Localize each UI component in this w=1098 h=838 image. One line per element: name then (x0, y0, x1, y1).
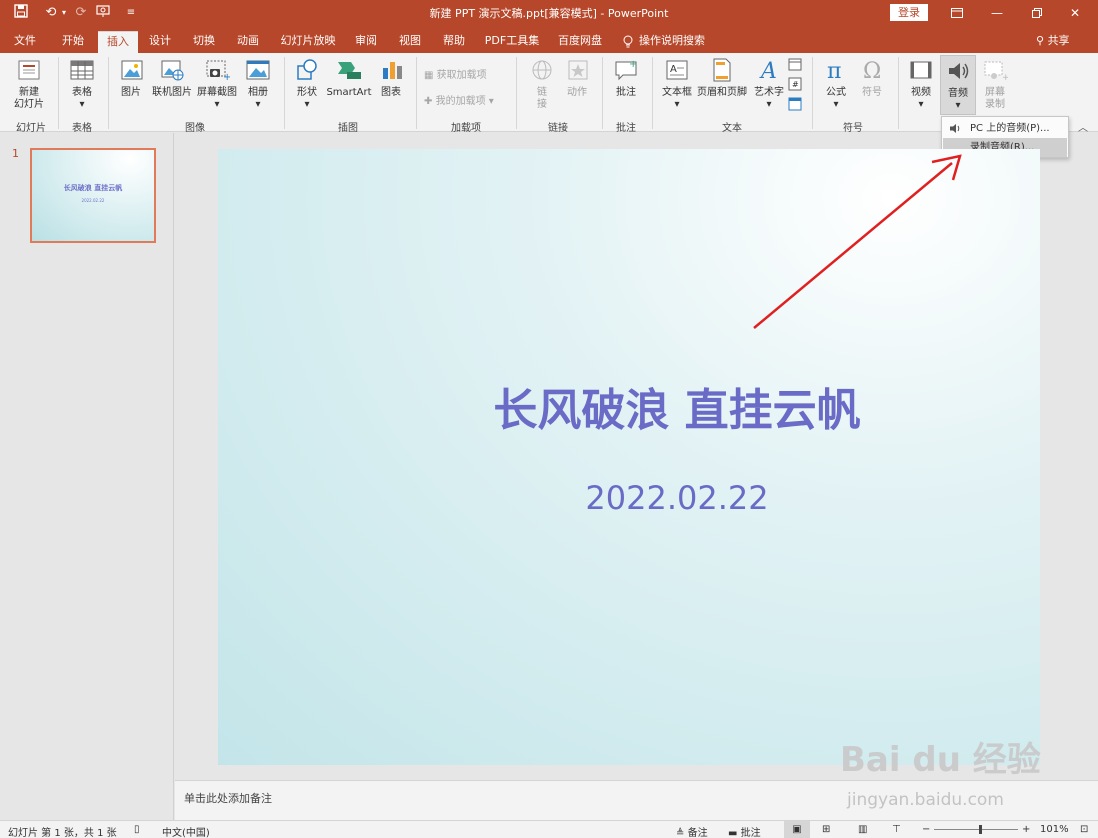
accessibility-icon[interactable]: ▯ (134, 824, 140, 835)
comments-toggle-label: 批注 (740, 828, 761, 838)
zoom-in-icon[interactable]: + (1022, 824, 1030, 835)
annotation-arrow (753, 154, 962, 329)
notes-toggle-label: 备注 (687, 828, 708, 838)
watermark-url: jingyan.baidu.com (847, 790, 1004, 810)
zoom-slider-thumb[interactable] (979, 825, 983, 834)
comment-small-icon: ▬ (728, 828, 738, 838)
slide-count: 幻灯片 第 1 张，共 1 张 (8, 828, 117, 838)
normal-view-icon[interactable]: ▣ (784, 821, 810, 838)
zoom-slider[interactable] (934, 825, 1018, 834)
slide-sorter-icon[interactable]: ⊞ (822, 824, 830, 835)
zoom-out-icon[interactable]: − (922, 824, 930, 835)
reading-view-icon[interactable]: ▥ (858, 824, 867, 835)
status-bar: 幻灯片 第 1 张，共 1 张 ▯ 中文(中国) ≜ 备注 ▬ 批注 ▣ ⊞ ▥… (0, 820, 1098, 838)
zoom-level[interactable]: 101% (1040, 824, 1069, 835)
notes-toggle[interactable]: ≜ 备注 (676, 824, 708, 838)
watermark-logo: Bai du 经验 (840, 740, 1041, 780)
slideshow-view-icon[interactable]: ⊤ (892, 824, 901, 835)
fit-to-window-icon[interactable]: ⊡ (1080, 824, 1088, 835)
notes-placeholder: 单击此处添加备注 (184, 792, 272, 805)
language-indicator[interactable]: 中文(中国) (162, 824, 210, 838)
comments-toggle[interactable]: ▬ 批注 (728, 824, 761, 838)
notes-icon: ≜ (676, 828, 685, 838)
